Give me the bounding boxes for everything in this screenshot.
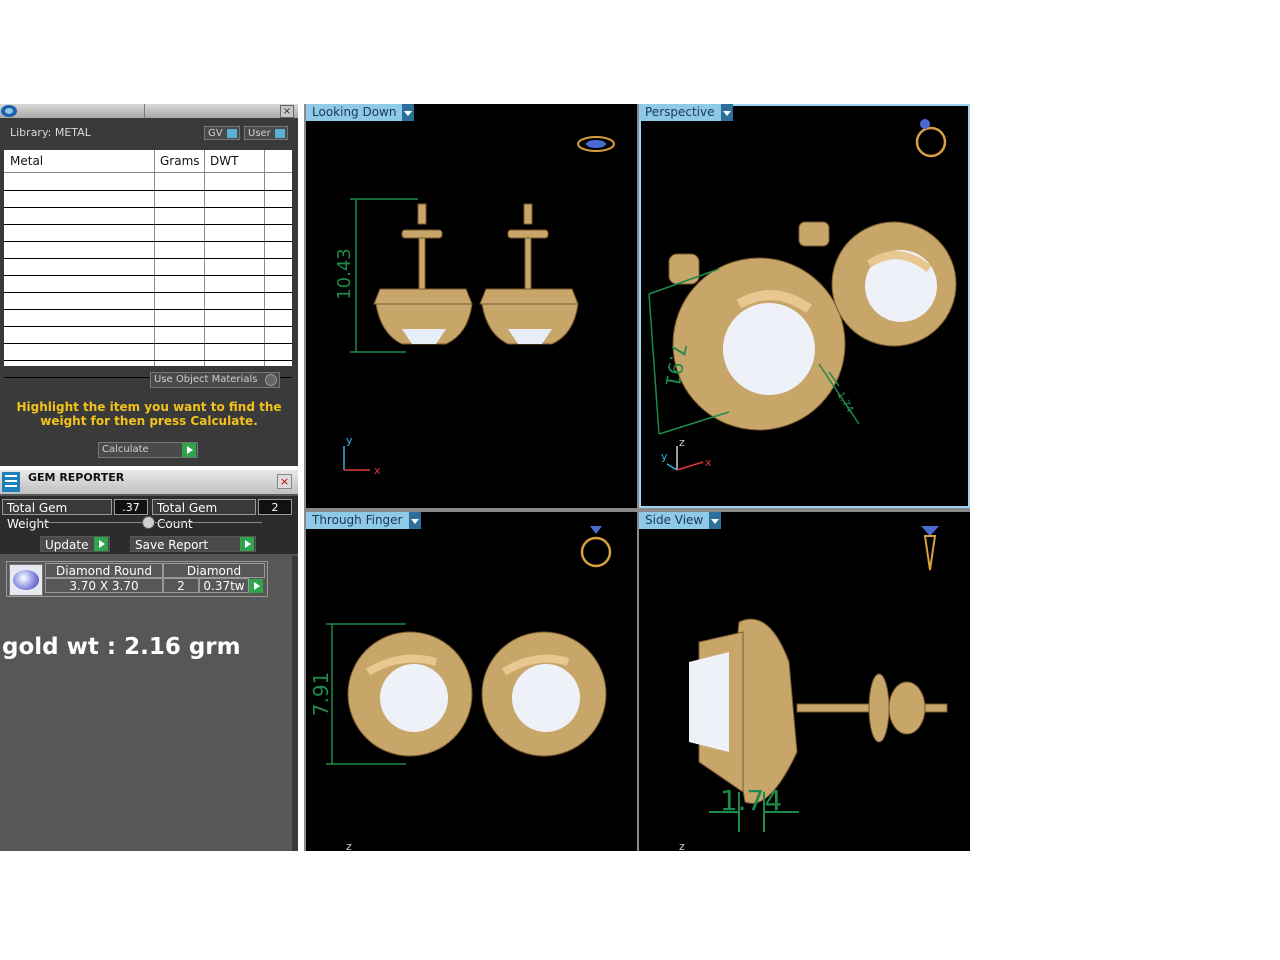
table-row[interactable] [4, 309, 292, 310]
table-row[interactable] [4, 275, 292, 276]
gv-label: GV [208, 128, 223, 139]
close-icon[interactable]: × [280, 105, 294, 118]
gem-reporter-panel: GEM REPORTER × Total Gem Weight .37 Tota… [0, 470, 298, 851]
play-arrow-icon[interactable] [249, 579, 263, 593]
instruction-text: Highlight the item you want to find the … [16, 400, 282, 428]
side-view-render: 1.74 z [679, 526, 948, 851]
view-cube-icon [915, 119, 947, 158]
size-slider-handle[interactable] [142, 516, 155, 529]
titlebar-separator [144, 104, 145, 118]
perspective-render: 7.91 1.74 z x y [648, 119, 957, 471]
gem-reporter-title: GEM REPORTER [28, 471, 125, 484]
table-row[interactable] [4, 241, 292, 242]
metal-panel-titlebar: × [0, 104, 298, 118]
view-cube-icon [577, 136, 615, 152]
axis-label: y [346, 434, 353, 447]
axis-triad-icon [666, 446, 704, 471]
viewport-grid: Looking Down 10.43 y x Perspective 7.91 … [304, 104, 970, 851]
user-label: User [248, 128, 271, 139]
use-object-materials-toggle[interactable]: Use Object Materials [150, 372, 280, 388]
save-report-label: Save Report [135, 538, 209, 552]
gem-weight: 0.37tw [199, 578, 249, 593]
library-label: Library: METAL [10, 126, 91, 139]
gem-reporter-titlebar: GEM REPORTER × [0, 470, 298, 494]
gv-toggle[interactable]: GV [204, 126, 240, 140]
column-metal[interactable]: Metal [10, 154, 43, 168]
table-row[interactable] [4, 292, 292, 293]
calculate-button[interactable]: Calculate [98, 442, 198, 458]
dimension-label: 10.43 [334, 248, 355, 300]
gem-size: 3.70 X 3.70 [45, 578, 163, 593]
axis-label: z [346, 840, 352, 851]
gold-weight-annotation: gold wt : 2.16 grm [2, 634, 241, 660]
save-report-button[interactable]: Save Report [130, 536, 256, 552]
play-arrow-icon [240, 537, 254, 551]
table-row[interactable] [4, 343, 292, 344]
diamond-round-icon [9, 564, 43, 596]
metal-weight-panel: × Library: METAL GV User Metal Grams DWT… [0, 104, 298, 466]
calculate-label: Calculate [102, 444, 149, 455]
user-toggle[interactable]: User [244, 126, 288, 140]
close-icon[interactable]: × [277, 474, 292, 489]
looking-down-render: 10.43 y x [334, 136, 615, 477]
dimension-label: 1.74 [834, 390, 855, 415]
gv-indicator-icon [227, 129, 237, 138]
gem-summary-toolbar: Total Gem Weight .37 Total Gem Count 2 U… [0, 496, 298, 554]
update-button[interactable]: Update [40, 536, 110, 552]
radio-icon [265, 374, 277, 386]
total-gem-weight-label: Total Gem Weight [2, 499, 112, 531]
axis-triad-icon [343, 446, 370, 471]
view-cube-icon [921, 526, 939, 571]
gem-list: Diamond Round Diamond 3.70 X 3.70 2 0.37… [0, 556, 292, 851]
axis-label: z [679, 436, 685, 449]
total-gem-weight-value: .37 [114, 499, 148, 515]
list-item[interactable]: Diamond Round Diamond 3.70 X 3.70 2 0.37… [6, 561, 268, 597]
viewport-side-view[interactable]: Side View 1.74 z [639, 512, 970, 851]
table-row[interactable] [4, 258, 292, 259]
gem-count: 2 [163, 578, 199, 593]
metal-table[interactable]: Metal Grams DWT [4, 150, 292, 378]
dimension-label: 7.91 [309, 672, 333, 717]
table-row[interactable] [4, 190, 292, 191]
panel-scrollbar[interactable] [292, 556, 298, 851]
viewport-perspective[interactable]: Perspective 7.91 1.74 z x y [639, 104, 970, 508]
total-gem-count-value: 2 [258, 499, 292, 515]
column-dwt[interactable]: DWT [210, 154, 238, 168]
gem-shape: Diamond Round [45, 563, 163, 578]
column-grams[interactable]: Grams [160, 154, 200, 168]
table-row[interactable] [4, 207, 292, 208]
play-arrow-icon [182, 443, 196, 457]
axis-label: z [679, 840, 685, 851]
axis-label: y [661, 450, 668, 463]
axis-label: x [705, 456, 712, 469]
app-logo-icon [1, 105, 17, 117]
view-cube-icon [580, 526, 612, 568]
viewport-through-finger[interactable]: Through Finger 7.91 z [306, 512, 637, 851]
gem-material: Diamond [163, 563, 265, 578]
axis-label: x [374, 464, 381, 477]
play-arrow-icon [94, 537, 108, 551]
viewport-looking-down[interactable]: Looking Down 10.43 y x [306, 104, 637, 508]
dimension-label: 1.74 [720, 784, 782, 817]
gem-report-icon [2, 472, 20, 492]
update-label: Update [45, 538, 89, 552]
table-row[interactable] [4, 326, 292, 327]
use-object-materials-label: Use Object Materials [154, 374, 258, 385]
table-row[interactable] [4, 360, 292, 361]
through-finger-render: 7.91 z [309, 526, 612, 851]
metal-table-header: Metal Grams DWT [4, 150, 292, 173]
user-indicator-icon [275, 129, 285, 138]
table-row[interactable] [4, 224, 292, 225]
total-gem-count-label: Total Gem Count [152, 499, 256, 531]
